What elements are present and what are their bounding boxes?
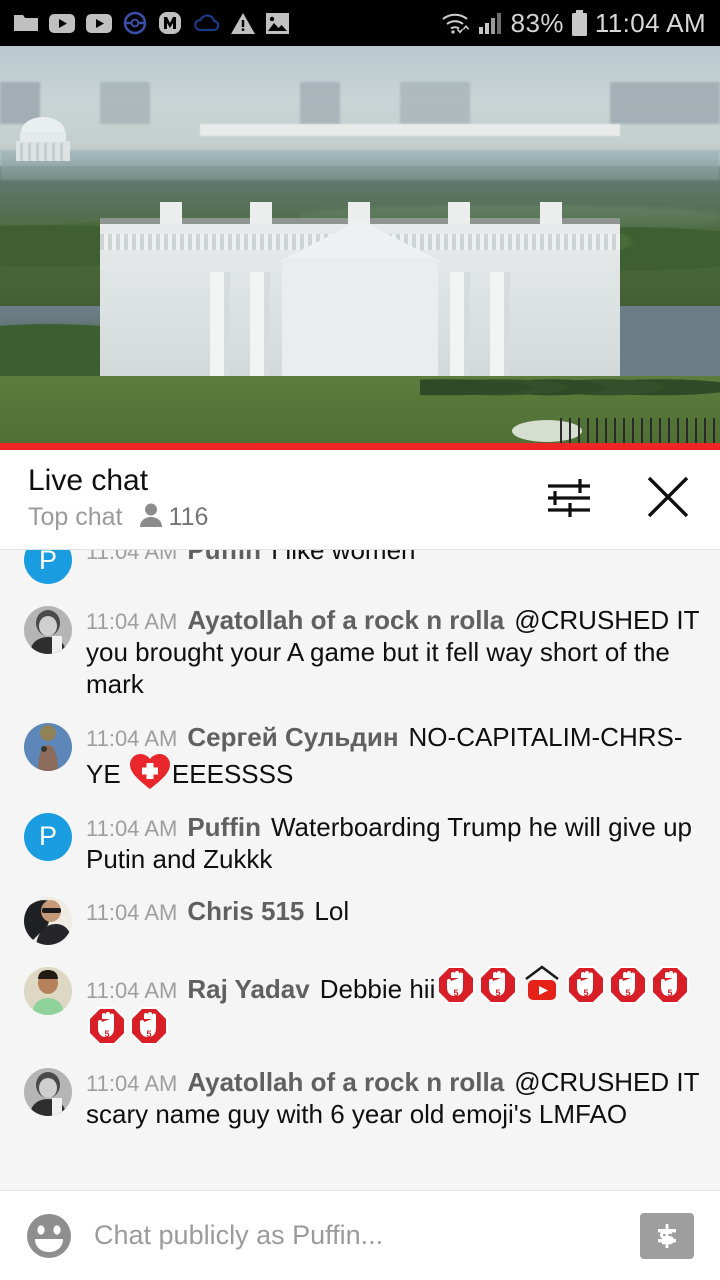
folder-icon xyxy=(14,13,38,33)
message-timestamp: 11:04 AM xyxy=(86,549,178,564)
avatar[interactable]: P xyxy=(24,549,72,584)
chat-message-body: 11:04 AM Chris 515 Lol xyxy=(86,895,704,945)
youtube-play-emoji xyxy=(520,965,564,1005)
message-author[interactable]: Puffin xyxy=(187,812,261,842)
chat-input-bar xyxy=(0,1190,720,1280)
chat-message[interactable]: 11:04 AM Ayatollah of a rock n rolla @CRUS… xyxy=(0,594,720,711)
message-author[interactable]: Raj Yadav xyxy=(187,974,309,1004)
avatar[interactable] xyxy=(24,967,72,1016)
stop-hand-emoji: 5 xyxy=(478,965,518,1005)
viewer-count-group: 116 xyxy=(139,502,209,533)
message-author[interactable]: Chris 515 xyxy=(187,896,304,926)
svg-text:5: 5 xyxy=(496,988,501,998)
svg-text:5: 5 xyxy=(668,988,673,998)
chat-message[interactable]: 11:04 AM Ayatollah of a rock n rolla @CRUS… xyxy=(0,1056,720,1140)
pediment xyxy=(278,220,442,262)
avatar[interactable] xyxy=(24,1067,72,1116)
message-author[interactable]: Ayatollah of a rock n rolla xyxy=(187,1067,504,1097)
video-player[interactable] xyxy=(0,46,720,450)
svg-text:5: 5 xyxy=(454,988,459,998)
message-text: Debbie hii xyxy=(319,974,436,1005)
white-house-building xyxy=(100,196,620,376)
chat-header-subtitle-row: Top chat 116 xyxy=(28,502,208,533)
battery-percent-label: 83% xyxy=(510,7,564,38)
chat-message[interactable]: 11:04 AM Chris 515 Lol xyxy=(0,885,720,955)
stop-hand-emoji: 5 xyxy=(87,1006,127,1046)
chat-message-body: 11:04 AM Raj Yadav Debbie hii 5 5 5 5 5 5 5 xyxy=(86,965,704,1045)
battery-icon xyxy=(571,10,588,36)
chat-input[interactable] xyxy=(94,1220,640,1251)
chat-message-body: 11:04 AM Ayatollah of a rock n rolla @CRUS… xyxy=(86,1066,704,1130)
svg-text:5: 5 xyxy=(146,1029,151,1039)
viewer-count: 116 xyxy=(168,503,209,531)
avatar-letter: P xyxy=(38,821,57,852)
message-author[interactable]: Puffin xyxy=(187,550,261,565)
chat-message-body: 11:04 AM Сергей Сульдин NO-CAPITALIM-CHRS-… xyxy=(86,721,704,791)
youtube-icon xyxy=(86,13,112,33)
image-icon xyxy=(266,12,289,34)
message-timestamp: 11:04 AM xyxy=(86,609,178,634)
wifi-icon xyxy=(441,11,471,35)
message-timestamp: 11:04 AM xyxy=(86,1070,178,1096)
svg-text:5: 5 xyxy=(104,1029,109,1039)
message-timestamp: 11:04 AM xyxy=(86,900,178,926)
status-bar: 83% 11:04 AM xyxy=(0,0,720,46)
message-timestamp: 11:04 AM xyxy=(86,725,178,751)
chat-message-body: 11:04 AM Puffin Waterboarding Trump he wil… xyxy=(86,811,704,875)
video-progress-bar[interactable] xyxy=(0,443,720,450)
message-timestamp: 11:04 AM xyxy=(86,815,178,841)
warning-triangle-icon xyxy=(231,12,255,34)
svg-text:5: 5 xyxy=(626,988,631,998)
cellular-signal-icon xyxy=(478,12,504,34)
message-text: Lol xyxy=(314,896,350,927)
chat-header-titles: Live chat Top chat 116 xyxy=(28,466,208,533)
tune-sliders-icon[interactable] xyxy=(546,475,592,524)
message-text: I like women xyxy=(270,549,416,565)
svg-text:5: 5 xyxy=(584,988,589,998)
heart-with-cross-emoji xyxy=(129,753,171,791)
stop-hand-emoji: 5 xyxy=(650,965,690,1005)
message-timestamp: 11:04 AM xyxy=(86,978,178,1004)
message-author[interactable]: Сергей Сульдин xyxy=(187,722,398,752)
stop-hand-emoji: 5 xyxy=(566,965,606,1005)
close-icon[interactable] xyxy=(644,473,692,526)
m-badge-icon xyxy=(158,11,182,35)
jefferson-memorial xyxy=(6,110,80,168)
bridge xyxy=(200,124,620,136)
avatar[interactable] xyxy=(24,722,72,771)
chat-message-body: 11:04 AM Puffin I like women xyxy=(86,549,704,584)
youtube-icon xyxy=(49,13,75,33)
cloud-icon xyxy=(193,13,220,33)
city-skyline xyxy=(0,82,720,124)
message-text-after-emoji: EEESSSS xyxy=(171,758,294,789)
north-portico xyxy=(282,258,438,376)
emoji-smiley-icon[interactable] xyxy=(26,1213,72,1259)
avatar[interactable]: P xyxy=(24,812,72,861)
pokeball-icon xyxy=(123,11,147,35)
page-title: Live chat xyxy=(28,464,149,497)
avatar[interactable] xyxy=(24,897,72,946)
stop-hand-emoji: 5 xyxy=(129,1006,169,1046)
status-bar-clock: 11:04 AM xyxy=(594,7,706,38)
chat-message-list[interactable]: P 11:04 AM Puffin I like women 11:04 AM Aya… xyxy=(0,549,720,1190)
live-chat-header: Live chat Top chat 116 xyxy=(0,450,720,549)
stop-hand-emoji: 5 xyxy=(436,965,476,1005)
chat-message[interactable]: 11:04 AM Raj Yadav Debbie hii 5 5 5 5 5 5 5 xyxy=(0,955,720,1055)
chat-message[interactable]: 11:04 AM Сергей Сульдин NO-CAPITALIM-CHRS-… xyxy=(0,711,720,801)
chat-mode-label[interactable]: Top chat xyxy=(28,505,123,530)
status-bar-notification-icons xyxy=(14,11,289,35)
status-bar-system-icons: 83% 11:04 AM xyxy=(441,8,706,39)
person-icon xyxy=(139,502,163,533)
hedges xyxy=(420,362,720,408)
avatar[interactable] xyxy=(24,606,72,654)
avatar-letter: P xyxy=(38,549,57,575)
message-author[interactable]: Ayatollah of a rock n rolla xyxy=(187,605,504,635)
stop-hand-emoji: 5 xyxy=(608,965,648,1005)
chat-message[interactable]: P 11:04 AM Puffin Waterboarding Trump he w… xyxy=(0,801,720,885)
chat-message[interactable]: P 11:04 AM Puffin I like women xyxy=(0,549,720,594)
chat-message-body: 11:04 AM Ayatollah of a rock n rolla @CRUS… xyxy=(86,604,704,701)
chat-header-actions xyxy=(546,473,692,526)
dollar-superchat-icon[interactable] xyxy=(640,1212,694,1259)
